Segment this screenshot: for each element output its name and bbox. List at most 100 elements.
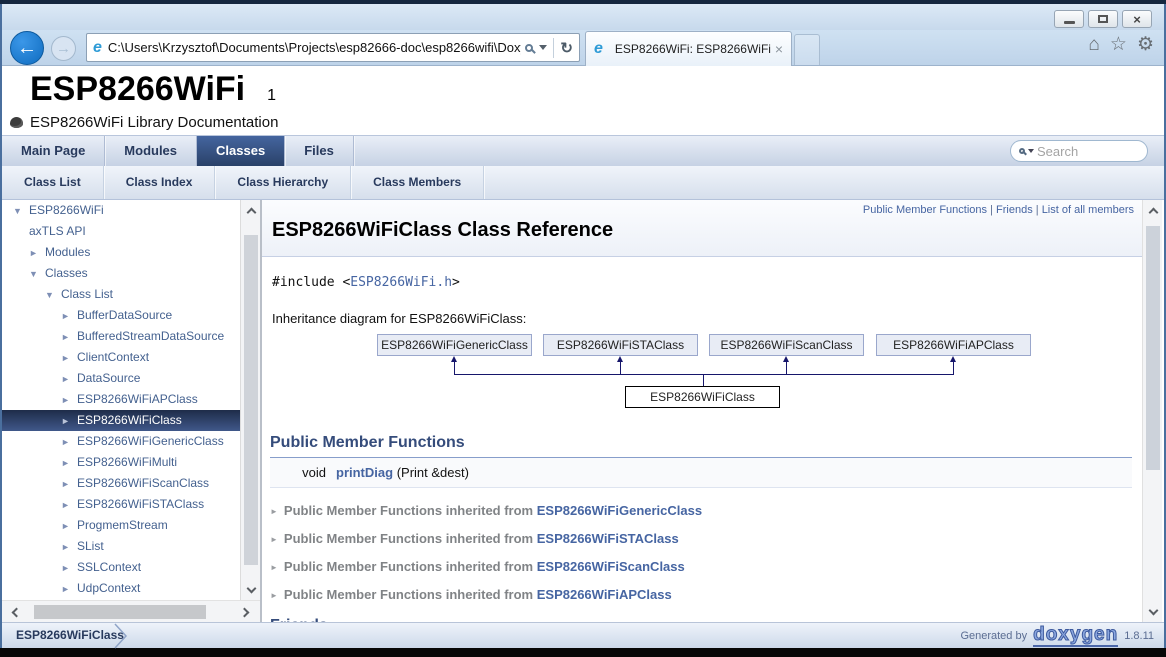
sidebar-item-modules[interactable]: ►Modules bbox=[2, 242, 240, 263]
new-tab-button[interactable] bbox=[794, 34, 820, 65]
tree-arrow-icon[interactable]: ► bbox=[61, 390, 77, 411]
refresh-icon[interactable]: ↻ bbox=[560, 39, 573, 57]
sidebar-item-esp8266wificlass[interactable]: ►ESP8266WiFiClass bbox=[2, 410, 240, 431]
sub-tab-class-members[interactable]: Class Members bbox=[351, 166, 484, 199]
tree-arrow-icon[interactable]: ► bbox=[61, 558, 77, 579]
diagram-parent-box-esp8266wifistaclass[interactable]: ESP8266WiFiSTAClass bbox=[543, 334, 698, 356]
sidebar-item-bufferedstreamdatasource[interactable]: ►BufferedStreamDataSource bbox=[2, 326, 240, 347]
restore-button[interactable] bbox=[1088, 10, 1118, 28]
tree-arrow-icon[interactable]: ► bbox=[61, 453, 77, 474]
address-dropdown-icon[interactable] bbox=[539, 45, 547, 50]
search-dropdown-icon[interactable] bbox=[1028, 149, 1034, 153]
back-button[interactable]: ← bbox=[10, 31, 44, 65]
scrollbar-thumb[interactable] bbox=[244, 235, 258, 565]
inherited-class-link[interactable]: ESP8266WiFiAPClass bbox=[537, 587, 672, 602]
tree-arrow-icon[interactable]: ► bbox=[29, 243, 45, 264]
inherited-members-section-esp8266wifigenericclass[interactable]: ►Public Member Functions inherited from … bbox=[270, 503, 1142, 516]
browser-tab[interactable]: e ESP8266WiFi: ESP8266WiFi... × bbox=[585, 31, 792, 66]
sidebar-item-esp8266wifigenericclass[interactable]: ►ESP8266WiFiGenericClass bbox=[2, 431, 240, 452]
tree-arrow-icon[interactable]: ► bbox=[61, 537, 77, 558]
sidebar-item-classes[interactable]: ▼Classes bbox=[2, 263, 240, 284]
expand-arrow-icon[interactable]: ► bbox=[270, 507, 278, 516]
nav-tab-files[interactable]: Files bbox=[285, 136, 354, 166]
sidebar-item-clientcontext[interactable]: ►ClientContext bbox=[2, 347, 240, 368]
diagram-child-box[interactable]: ESP8266WiFiClass bbox=[625, 386, 780, 408]
inherited-members-section-esp8266wifistaclass[interactable]: ►Public Member Functions inherited from … bbox=[270, 531, 1142, 544]
sidebar-vertical-scrollbar[interactable] bbox=[240, 200, 260, 600]
close-button[interactable]: × bbox=[1122, 10, 1152, 28]
scroll-up-icon[interactable] bbox=[1143, 202, 1163, 222]
sidebar-item-esp8266wifiapclass[interactable]: ►ESP8266WiFiAPClass bbox=[2, 389, 240, 410]
home-icon[interactable]: ⌂ bbox=[1088, 35, 1099, 54]
sub-tab-class-hierarchy[interactable]: Class Hierarchy bbox=[215, 166, 351, 199]
scrollbar-thumb[interactable] bbox=[34, 605, 206, 619]
breadcrumb[interactable]: ESP8266WiFiClass bbox=[16, 628, 124, 642]
address-bar[interactable]: e C:\Users\Krzysztof\Documents\Projects\… bbox=[86, 33, 580, 62]
gear-icon[interactable]: ⚙ bbox=[1137, 35, 1154, 54]
expand-arrow-icon[interactable]: ► bbox=[270, 591, 278, 600]
inherited-members-section-esp8266wifiscanclass[interactable]: ►Public Member Functions inherited from … bbox=[270, 559, 1142, 572]
minimize-button[interactable] bbox=[1054, 10, 1084, 28]
include-file-link[interactable]: ESP8266WiFi.h bbox=[350, 275, 452, 290]
sidebar-item-axtls-api[interactable]: axTLS API bbox=[2, 221, 240, 242]
sidebar-item-progmemstream[interactable]: ►ProgmemStream bbox=[2, 515, 240, 536]
tree-arrow-icon[interactable]: ▼ bbox=[45, 285, 61, 306]
summary-link-public-member-functions[interactable]: Public Member Functions bbox=[863, 204, 987, 216]
diagram-parent-box-esp8266wifiscanclass[interactable]: ESP8266WiFiScanClass bbox=[709, 334, 864, 356]
doxygen-logo[interactable]: doxygen bbox=[1033, 625, 1118, 647]
inherited-class-link[interactable]: ESP8266WiFiGenericClass bbox=[537, 503, 702, 518]
address-url[interactable]: C:\Users\Krzysztof\Documents\Projects\es… bbox=[108, 40, 522, 55]
search-icon[interactable] bbox=[525, 44, 533, 52]
sub-tab-class-index[interactable]: Class Index bbox=[104, 166, 216, 199]
sidebar-item-esp8266wifimulti[interactable]: ►ESP8266WiFiMulti bbox=[2, 452, 240, 473]
sidebar-item-bufferdatasource[interactable]: ►BufferDataSource bbox=[2, 305, 240, 326]
sidebar-horizontal-scrollbar[interactable] bbox=[2, 600, 260, 622]
sidebar-item-esp8266wifiscanclass[interactable]: ►ESP8266WiFiScanClass bbox=[2, 473, 240, 494]
inherited-class-link[interactable]: ESP8266WiFiScanClass bbox=[537, 559, 685, 574]
tree-arrow-icon[interactable]: ▼ bbox=[13, 201, 29, 222]
content-vertical-scrollbar[interactable] bbox=[1142, 200, 1162, 622]
sidebar-item-slist[interactable]: ►SList bbox=[2, 536, 240, 557]
tree-arrow-icon[interactable]: ► bbox=[61, 327, 77, 348]
summary-link-friends[interactable]: Friends bbox=[987, 204, 1033, 216]
tree-arrow-icon[interactable]: ► bbox=[61, 369, 77, 390]
search-box[interactable] bbox=[1010, 140, 1148, 162]
tree-arrow-icon[interactable]: ► bbox=[61, 306, 77, 327]
tree-arrow-icon[interactable]: ► bbox=[61, 432, 77, 453]
forward-button[interactable]: → bbox=[51, 36, 76, 61]
sidebar-item-udpcontext[interactable]: ►UdpContext bbox=[2, 578, 240, 599]
scroll-left-icon[interactable] bbox=[6, 602, 26, 622]
tree-arrow-icon[interactable]: ► bbox=[61, 474, 77, 495]
sidebar-item-esp8266wifi[interactable]: ▼ESP8266WiFi bbox=[2, 200, 240, 221]
tree-arrow-icon[interactable]: ► bbox=[61, 411, 77, 432]
tab-close-icon[interactable]: × bbox=[775, 41, 783, 57]
scroll-down-icon[interactable] bbox=[1143, 600, 1163, 620]
tree-arrow-icon[interactable]: ► bbox=[61, 495, 77, 516]
tree-arrow-icon[interactable]: ► bbox=[61, 579, 77, 600]
diagram-parent-box-esp8266wifiapclass[interactable]: ESP8266WiFiAPClass bbox=[876, 334, 1031, 356]
diagram-parent-box-esp8266wifigenericclass[interactable]: ESP8266WiFiGenericClass bbox=[377, 334, 532, 356]
inherited-class-link[interactable]: ESP8266WiFiSTAClass bbox=[537, 531, 679, 546]
nav-tab-classes[interactable]: Classes bbox=[197, 136, 285, 166]
sidebar-item-class-list[interactable]: ▼Class List bbox=[2, 284, 240, 305]
sidebar-item-datasource[interactable]: ►DataSource bbox=[2, 368, 240, 389]
sidebar-item-esp8266wifistaclass[interactable]: ►ESP8266WiFiSTAClass bbox=[2, 494, 240, 515]
tree-arrow-icon[interactable]: ► bbox=[61, 516, 77, 537]
scroll-up-icon[interactable] bbox=[241, 202, 261, 222]
tree-arrow-icon[interactable]: ▼ bbox=[29, 264, 45, 285]
sidebar-item-sslcontext[interactable]: ►SSLContext bbox=[2, 557, 240, 578]
member-name-link[interactable]: printDiag bbox=[336, 465, 393, 480]
tree-arrow-icon[interactable]: ► bbox=[61, 348, 77, 369]
expand-arrow-icon[interactable]: ► bbox=[270, 535, 278, 544]
nav-tab-modules[interactable]: Modules bbox=[105, 136, 197, 166]
summary-link-list-of-all-members[interactable]: List of all members bbox=[1033, 204, 1134, 216]
search-input[interactable] bbox=[1037, 144, 1127, 159]
nav-tab-main-page[interactable]: Main Page bbox=[2, 136, 105, 166]
scroll-down-icon[interactable] bbox=[241, 578, 261, 598]
scrollbar-thumb[interactable] bbox=[1146, 226, 1160, 470]
inherited-members-section-esp8266wifiapclass[interactable]: ►Public Member Functions inherited from … bbox=[270, 587, 1142, 600]
favorites-star-icon[interactable]: ☆ bbox=[1110, 35, 1127, 54]
sub-tab-class-list[interactable]: Class List bbox=[2, 166, 104, 199]
scroll-right-icon[interactable] bbox=[234, 602, 254, 622]
expand-arrow-icon[interactable]: ► bbox=[270, 563, 278, 572]
